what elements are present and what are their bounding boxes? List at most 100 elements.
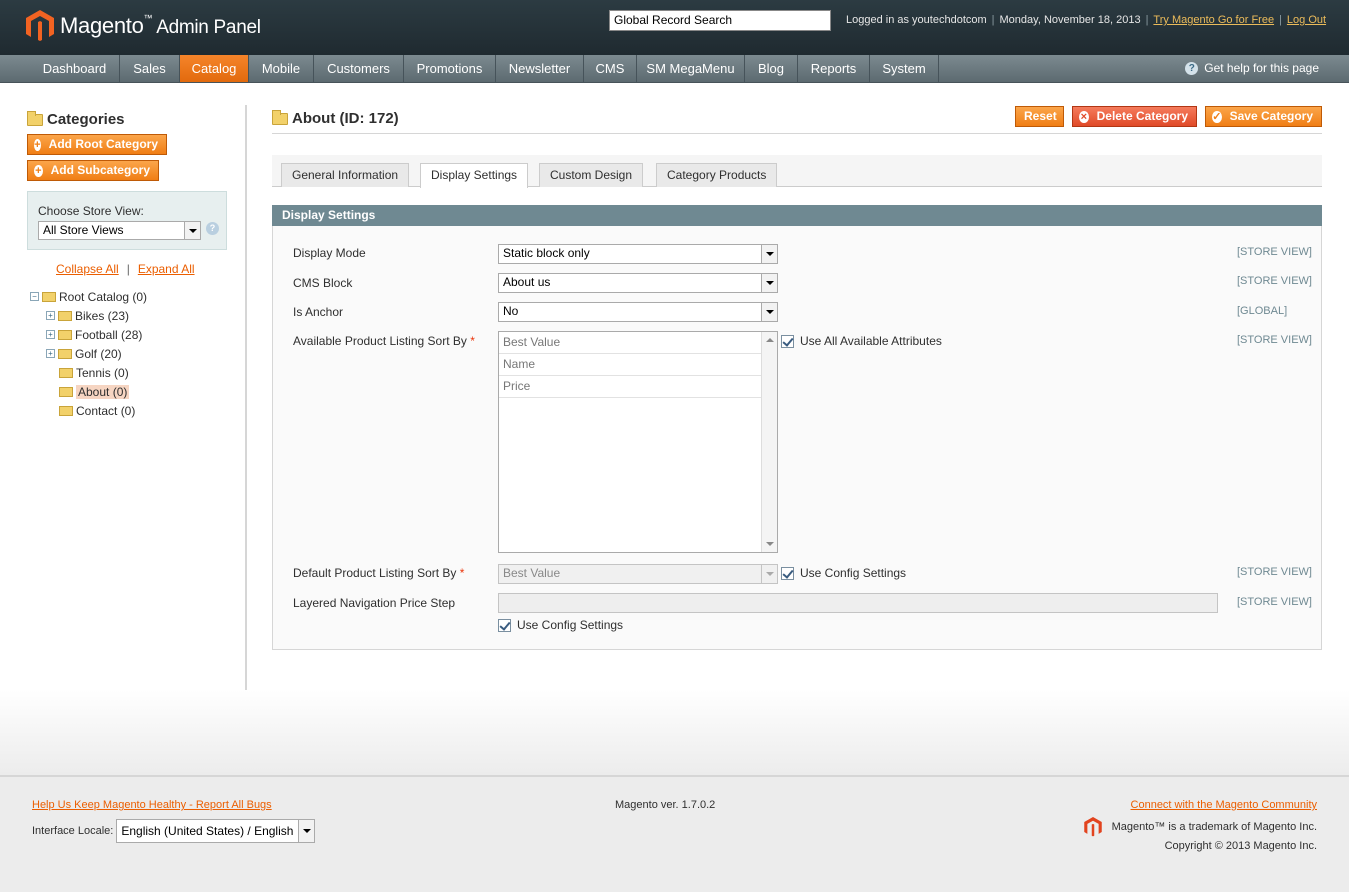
display-mode-scope: [STORE VIEW] [1237,246,1312,258]
footer: Help Us Keep Magento Healthy - Report Al… [0,775,1349,892]
add-subcategory-button[interactable]: + Add Subcategory [27,160,159,181]
tab-general-information[interactable]: General Information [281,163,410,187]
available-sort-multiselect[interactable]: Best Value Name Price [498,331,778,553]
tree-node-label: Contact (0) [76,403,136,418]
tab-custom-design[interactable]: Custom Design [539,163,644,187]
interface-locale-select[interactable]: English (United States) / English [116,819,316,843]
section-header: Display Settings [272,205,1322,226]
list-item[interactable]: Name [499,354,761,376]
nav-item-customers[interactable]: Customers [314,55,404,82]
tree-node-golf[interactable]: + Golf (20) [46,344,122,363]
use-all-attributes-label: Use All Available Attributes [800,334,942,348]
collapse-icon[interactable]: − [30,292,39,301]
report-bugs-link[interactable]: Help Us Keep Magento Healthy - Report Al… [32,799,272,811]
tab-category-products[interactable]: Category Products [656,163,778,187]
help-link[interactable]: ? Get help for this page [1185,55,1319,82]
logo-text: Magento™ Admin Panel [60,13,261,39]
scroll-down-icon[interactable] [766,542,774,546]
sidebar-divider [245,105,247,690]
save-category-button[interactable]: ✓ Save Category [1205,106,1322,127]
header-date: Monday, November 18, 2013 [999,14,1141,26]
default-sort-label: Default Product Listing Sort By * [293,566,464,580]
community-link[interactable]: Connect with the Magento Community [1131,799,1317,811]
expand-icon[interactable]: + [46,330,55,339]
help-icon: ? [1185,62,1199,75]
delete-category-button[interactable]: × Delete Category [1072,106,1197,127]
cms-block-select[interactable]: About us [498,273,778,293]
default-sort-config-label: Use Config Settings [800,566,907,580]
tree-node-about[interactable]: About (0) [59,382,130,401]
magento-logo[interactable]: Magento™ Admin Panel [26,10,261,42]
tree-node-label: Football (28) [75,327,143,342]
use-all-attributes-checkbox[interactable]: Use All Available Attributes [781,334,942,348]
list-item[interactable]: Best Value [499,332,761,354]
interface-locale-label: Interface Locale: [32,825,114,837]
tree-node-bikes[interactable]: + Bikes (23) [46,306,129,325]
price-step-config-checkbox[interactable]: Use Config Settings [498,618,623,632]
footer-fade [0,690,1349,775]
nav-item-catalog[interactable]: Catalog [180,55,249,82]
tree-node-root-catalog[interactable]: − Root Catalog (0) [30,287,147,306]
required-mark: * [459,566,465,580]
trademark-notice: Magento™ is a trademark of Magento Inc. [1083,817,1317,837]
admin-header: Magento™ Admin Panel Global Record Search… [0,0,1349,55]
main-nav: Dashboard Sales Catalog Mobile Customers… [0,55,1349,83]
expand-icon[interactable]: + [46,311,55,320]
is-anchor-scope: [GLOBAL] [1237,305,1288,317]
magento-logo-icon [26,10,54,41]
global-search-input[interactable]: Global Record Search [609,10,831,31]
nav-item-blog[interactable]: Blog [745,55,798,82]
nav-item-reports[interactable]: Reports [798,55,870,82]
try-magento-go-link[interactable]: Try Magento Go for Free [1153,14,1274,26]
chevron-down-icon [184,222,200,239]
nav-item-system[interactable]: System [870,55,939,82]
nav-item-sales[interactable]: Sales [120,55,180,82]
nav-item-cms[interactable]: CMS [584,55,637,82]
page-title: About (ID: 172) [272,109,399,127]
price-step-input[interactable] [498,593,1218,613]
scrollbar[interactable] [761,332,777,552]
default-sort-config-checkbox[interactable]: Use Config Settings [781,566,906,580]
logo-suffix: Admin Panel [156,17,261,38]
chevron-down-icon [761,565,777,583]
add-root-category-button[interactable]: + Add Root Category [27,134,167,155]
save-category-label: Save Category [1229,109,1313,123]
default-sort-value: Best Value [503,566,561,580]
checkbox-checked-icon[interactable] [781,334,794,348]
tree-node-football[interactable]: + Football (28) [46,325,142,344]
price-step-label: Layered Navigation Price Step [293,596,456,610]
cms-block-value: About us [503,275,551,289]
nav-item-sm-megamenu[interactable]: SM MegaMenu [637,55,745,82]
default-sort-select[interactable]: Best Value [498,564,778,584]
display-mode-select[interactable]: Static block only [498,244,778,264]
nav-item-newsletter[interactable]: Newsletter [496,55,584,82]
store-view-value: All Store Views [43,223,124,237]
is-anchor-label: Is Anchor [293,305,344,319]
logged-in-text: Logged in as youtechdotcom [846,14,987,26]
question-icon[interactable]: ? [206,222,219,235]
reset-button[interactable]: Reset [1015,106,1064,127]
logout-link[interactable]: Log Out [1287,14,1326,26]
nav-item-promotions[interactable]: Promotions [404,55,496,82]
title-divider [272,133,1322,134]
list-item[interactable]: Price [499,376,761,398]
interface-locale-value: English (United States) / English [121,824,294,838]
delete-category-label: Delete Category [1096,109,1188,123]
logo-trademark: ™ [143,13,153,23]
folder-icon [59,405,73,416]
store-view-select[interactable]: All Store Views [38,221,201,240]
categories-title: Categories [27,110,125,128]
tree-node-contact[interactable]: Contact (0) [59,401,135,420]
expand-all-link[interactable]: Expand All [138,262,195,276]
collapse-all-link[interactable]: Collapse All [56,262,119,276]
checkbox-checked-icon[interactable] [781,566,794,580]
scroll-up-icon[interactable] [766,338,774,342]
nav-item-dashboard[interactable]: Dashboard [30,55,120,82]
checkbox-checked-icon[interactable] [498,618,511,632]
tab-display-settings[interactable]: Display Settings [420,163,529,188]
expand-icon[interactable]: + [46,349,55,358]
tree-node-tennis[interactable]: Tennis (0) [59,363,129,382]
tree-node-label: Golf (20) [75,346,122,361]
nav-item-mobile[interactable]: Mobile [249,55,314,82]
is-anchor-select[interactable]: No [498,302,778,322]
